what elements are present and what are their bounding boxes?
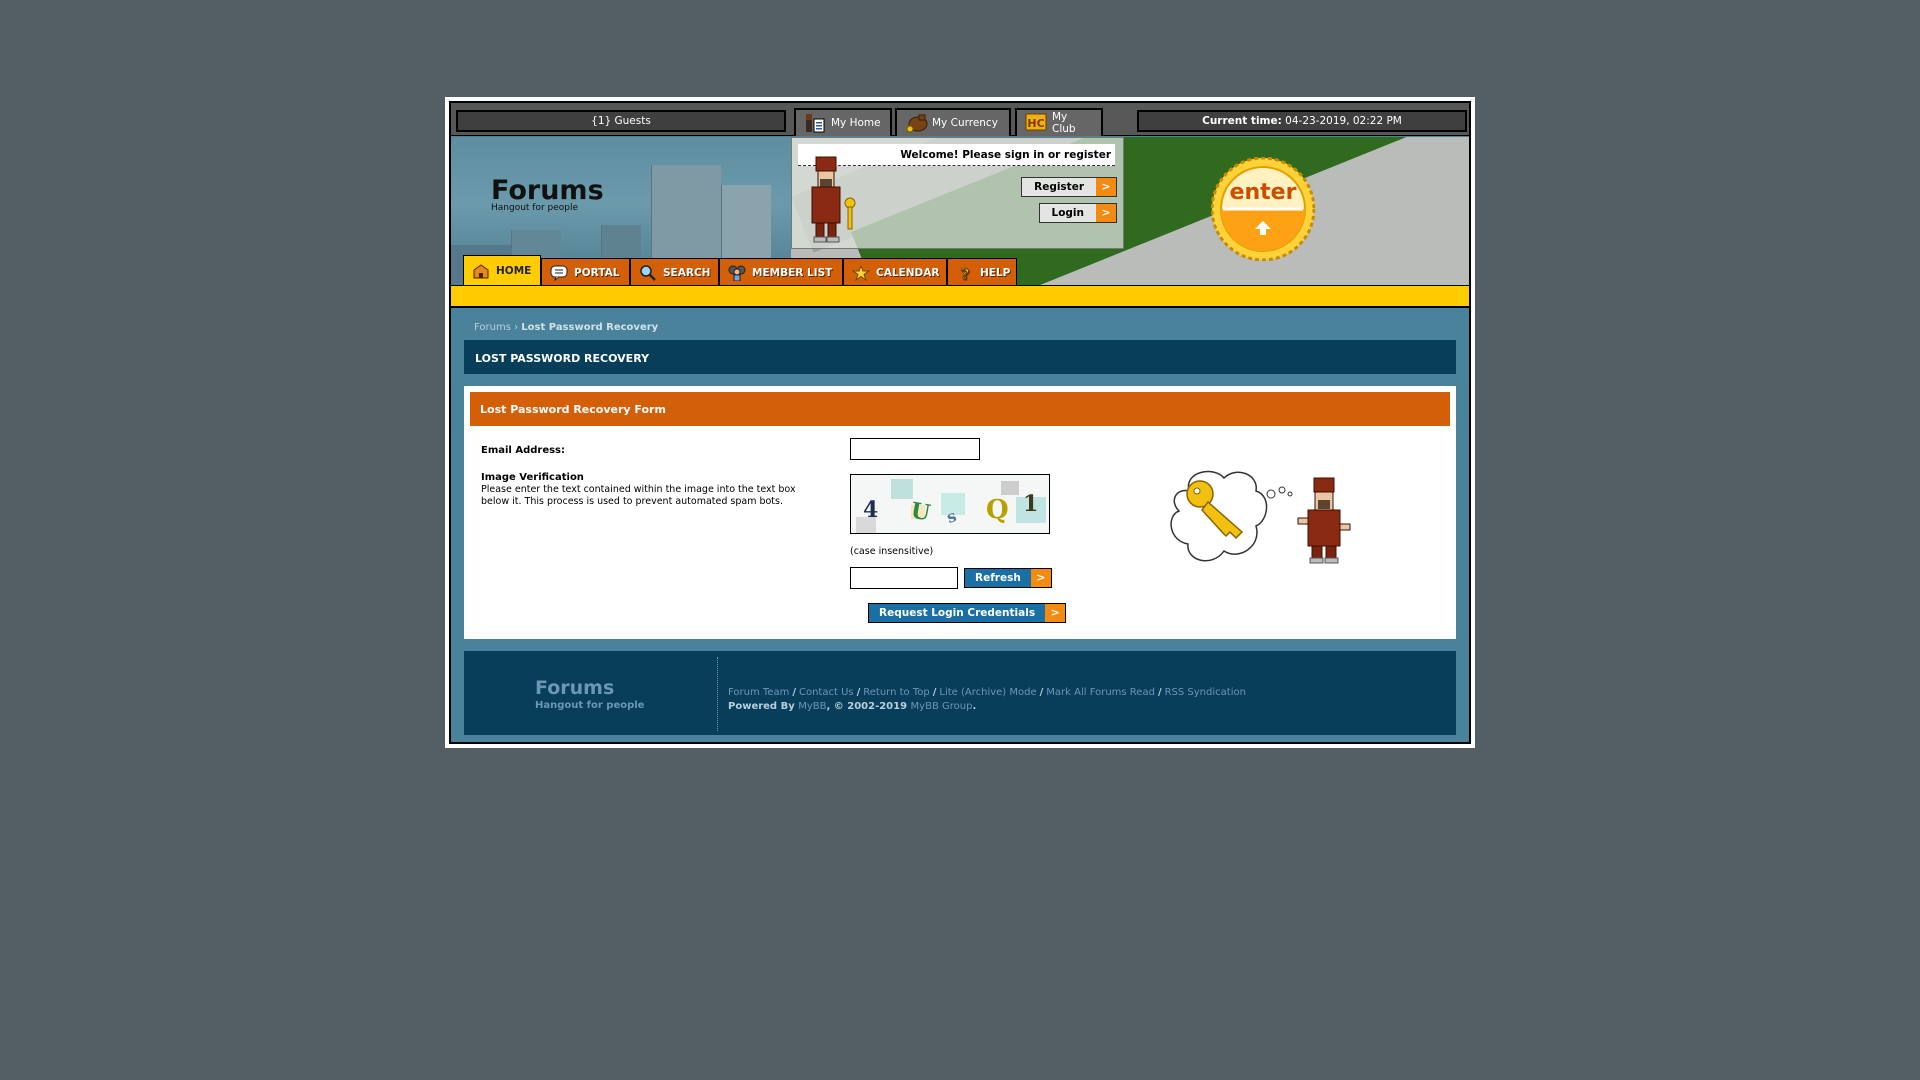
nav-search[interactable]: SEARCH (630, 258, 719, 286)
members-icon (728, 265, 746, 281)
current-time-value: 04-23-2019, 02:22 PM (1285, 115, 1402, 127)
currency-bag-icon (905, 113, 928, 133)
nav-underbar (451, 285, 1469, 308)
breadcrumb-separator: › (514, 322, 519, 333)
captcha-char: Q (986, 495, 1009, 525)
enter-badge-label: enter (1230, 180, 1297, 205)
mybb-group-link[interactable]: MyBB Group (911, 701, 973, 712)
page-frame: {1} Guests My Home My Currency HC My Clu… (445, 97, 1475, 748)
email-field[interactable] (850, 438, 980, 460)
current-time-label: Current time: (1202, 115, 1282, 127)
captcha-noise (891, 479, 913, 499)
captcha-image: 4 U s Q 1 (850, 474, 1050, 534)
register-button[interactable]: Register > (1021, 177, 1117, 197)
arrow-right-icon: > (1096, 178, 1116, 196)
footer-link-rss[interactable]: RSS Syndication (1165, 687, 1246, 698)
breadcrumb-root-link[interactable]: Forums (474, 322, 511, 333)
nav-help-label: HELP (980, 266, 1011, 279)
bellboy-with-key-icon (811, 156, 856, 243)
tab-my-home-label: My Home (831, 117, 881, 129)
tab-my-home[interactable]: My Home (794, 108, 892, 136)
footer-links: Forum Team / Contact Us / Return to Top / Lite… (728, 687, 1246, 698)
arrow-right-icon: > (1096, 204, 1116, 222)
question-icon: ? (956, 264, 974, 283)
case-insensitive-note: (case insensitive) (850, 546, 934, 557)
breadcrumb-current: Lost Password Recovery (521, 322, 659, 333)
footer-subtitle: Hangout for people (535, 700, 645, 711)
nav-help[interactable]: ? HELP (947, 258, 1017, 286)
footer-separator: / (792, 687, 796, 698)
footer-separator: / (932, 687, 937, 698)
tab-my-currency[interactable]: My Currency (895, 108, 1011, 136)
image-verification-label: Image Verification (481, 472, 584, 483)
register-label: Register (1022, 178, 1096, 196)
bellboy-thinking-key-icon (1170, 470, 1351, 564)
captcha-char: 4 (863, 497, 879, 523)
enter-badge-button[interactable]: enter (1211, 157, 1315, 261)
powered-by-label: Powered By (728, 701, 795, 712)
nav-calendar[interactable]: CALENDAR (843, 258, 947, 286)
site-subtitle: Hangout for people (491, 203, 579, 213)
footer-separator: / (856, 687, 861, 698)
tab-my-club-label: My Club (1052, 111, 1076, 135)
arrow-right-icon: > (1045, 604, 1066, 622)
magnifier-icon (639, 264, 657, 281)
period: . (972, 701, 977, 712)
hc-club-icon: HC (1025, 113, 1047, 133)
nav-portal[interactable]: PORTAL (541, 258, 630, 286)
nav-search-label: SEARCH (663, 266, 711, 279)
email-label: Email Address: (481, 445, 566, 456)
captcha-input[interactable] (850, 567, 958, 589)
captcha-char: 1 (1023, 491, 1039, 517)
page-inner: {1} Guests My Home My Currency HC My Clu… (449, 101, 1471, 744)
nav-member-list-label: MEMBER LIST (752, 266, 833, 279)
login-button[interactable]: Login > (1038, 203, 1117, 223)
recovery-form: Lost Password Recovery Form Email Addres… (464, 386, 1456, 639)
nav-home-label: HOME (496, 265, 532, 277)
tab-my-currency-label: My Currency (932, 117, 998, 129)
footer-separator: / (1157, 687, 1162, 698)
home-user-icon (804, 113, 826, 133)
nav-member-list[interactable]: MEMBER LIST (719, 258, 843, 286)
tab-my-club[interactable]: HC My Club (1015, 108, 1103, 136)
arrow-right-icon: > (1030, 569, 1051, 587)
footer-separator: / (1039, 687, 1044, 698)
guests-count: {1} Guests (456, 110, 786, 132)
refresh-captcha-button[interactable]: Refresh > (964, 568, 1052, 588)
nav-home[interactable]: HOME (463, 255, 541, 286)
page-title: LOST PASSWORD RECOVERY (464, 340, 1456, 374)
footer-link-contact-us[interactable]: Contact Us (799, 687, 854, 698)
top-bar: {1} Guests My Home My Currency HC My Clu… (451, 103, 1469, 136)
captcha-noise (1001, 481, 1019, 495)
powered-by: Powered By MyBB, © 2002-2019 MyBB Group. (728, 701, 976, 712)
current-time: Current time: 04-23-2019, 02:22 PM (1137, 110, 1467, 132)
star-icon (851, 264, 871, 281)
request-login-credentials-button[interactable]: Request Login Credentials > (868, 603, 1067, 623)
nav-portal-label: PORTAL (574, 266, 620, 279)
mybb-link[interactable]: MyBB (798, 701, 826, 712)
main-nav: HOME PORTAL SEARCH MEMBER LIST CALENDAR … (463, 255, 1017, 286)
footer-link-lite-mode[interactable]: Lite (Archive) Mode (939, 687, 1036, 698)
refresh-label: Refresh (965, 569, 1031, 587)
svg-text:HC: HC (1027, 117, 1044, 130)
form-heading: Lost Password Recovery Form (470, 392, 1450, 426)
request-label: Request Login Credentials (869, 604, 1046, 622)
nav-calendar-label: CALENDAR (876, 266, 940, 279)
footer: Forums Hangout for people Forum Team / Con… (464, 651, 1456, 735)
house-icon (472, 263, 490, 279)
image-verification-description: Please enter the text contained within t… (481, 484, 796, 507)
copyright-text: , © 2002-2019 (826, 701, 908, 712)
footer-link-mark-all-read[interactable]: Mark All Forums Read (1046, 687, 1155, 698)
footer-link-forum-team[interactable]: Forum Team (728, 687, 789, 698)
footer-link-return-to-top[interactable]: Return to Top (863, 687, 929, 698)
speech-bubble-icon (550, 265, 568, 281)
svg-text:?: ? (961, 265, 970, 281)
login-label: Login (1039, 204, 1096, 222)
footer-divider (717, 657, 718, 731)
breadcrumb: Forums › Lost Password Recovery (474, 322, 658, 333)
captcha-char: U (908, 497, 933, 527)
footer-title: Forums (535, 677, 615, 699)
site-title[interactable]: Forums (491, 175, 604, 206)
